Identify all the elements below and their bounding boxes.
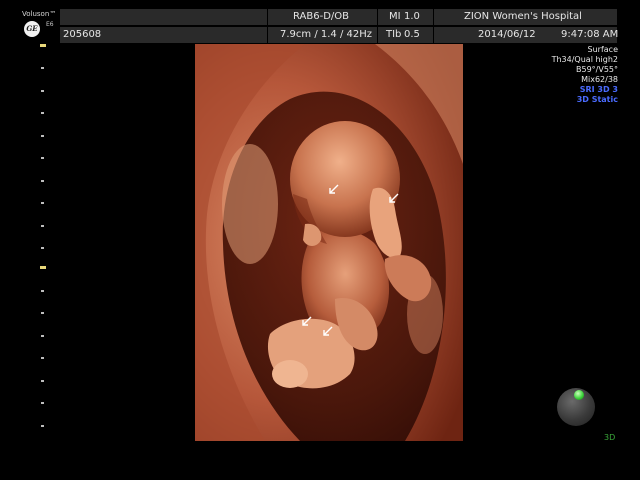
tib-label: TIb [386, 29, 402, 40]
mi-value: 1.0 [404, 11, 420, 22]
mix-ratio: Mix62/38 [581, 75, 618, 84]
mi-label: MI [389, 11, 401, 22]
depth-scale-tick [41, 135, 44, 137]
depth-scale-tick [41, 67, 44, 69]
model-name: E6 [46, 21, 54, 28]
depth-scale-tick [41, 290, 44, 292]
depth-scale [40, 44, 48, 444]
ge-logo-icon: GE [24, 21, 40, 37]
depth-scale-major-tick [40, 44, 46, 47]
threshold-quality: Th34/Qual high2 [551, 55, 618, 64]
header-row-top: RAB6-D/OB MI 1.0 ZION Women's Hospital [60, 9, 617, 25]
mode-3d-label: 3D [604, 433, 616, 442]
orientation-sphere-icon[interactable] [557, 388, 595, 426]
hospital-name: ZION Women's Hospital [464, 11, 582, 22]
orientation-marker [574, 390, 584, 400]
static-mode: 3D Static [576, 95, 618, 104]
depth-scale-tick [41, 402, 44, 404]
depth-scale-tick [41, 312, 44, 314]
depth-scale-tick [41, 202, 44, 204]
depth-scale-tick [41, 180, 44, 182]
depth-scale-tick [41, 425, 44, 427]
render-mode: Surface [587, 45, 618, 54]
ultrasound-header: Voluson™ GE E6 RAB6-D/OB MI 1.0 ZION Wom… [0, 0, 640, 44]
depth-scale-tick [41, 90, 44, 92]
probe-label: RAB6-D/OB [293, 11, 350, 22]
sri-setting: SRI 3D 3 [579, 85, 618, 94]
depth-scale-tick [41, 335, 44, 337]
depth-scale-major-tick [40, 266, 46, 269]
depth-scale-tick [41, 157, 44, 159]
exam-time: 9:47:08 AM [561, 29, 619, 40]
acquisition-params: 7.9cm / 1.4 / 42Hz [280, 29, 372, 40]
render-info-panel: Surface Th34/Qual high2 B59°/V55° Mix62/… [552, 45, 618, 105]
brand-name: Voluson™ [22, 10, 57, 18]
logo-block: Voluson™ GE E6 [0, 0, 60, 44]
ultrasound-3d-render[interactable] [195, 44, 463, 441]
tib-value: 0.5 [404, 29, 420, 40]
depth-scale-tick [41, 247, 44, 249]
depth-scale-tick [41, 225, 44, 227]
depth-scale-tick [41, 380, 44, 382]
render-angles: B59°/V55° [575, 65, 618, 74]
depth-scale-tick [41, 112, 44, 114]
exam-date: 2014/06/12 [478, 29, 536, 40]
patient-id: 205608 [63, 29, 102, 40]
fetus-render-image [195, 44, 463, 441]
depth-scale-tick [41, 357, 44, 359]
header-row-bottom: 205608 7.9cm / 1.4 / 42Hz TIb 0.5 2014/0… [60, 27, 619, 43]
